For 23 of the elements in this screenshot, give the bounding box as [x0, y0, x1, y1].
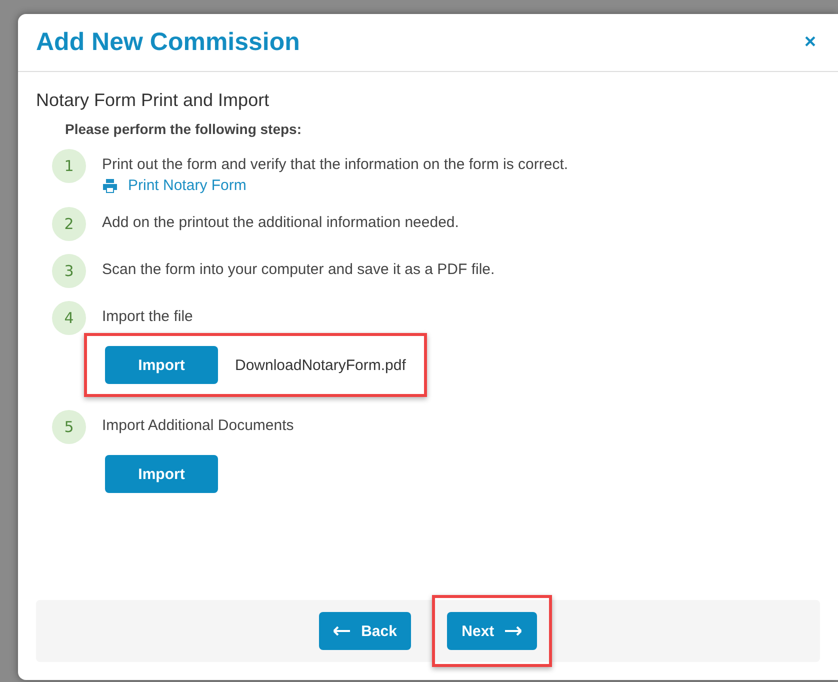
step-text: Print out the form and verify that the information on the form is correct.	[102, 156, 568, 173]
print-link[interactable]: Print Notary Form	[102, 177, 246, 194]
next-button[interactable]: Next	[446, 612, 537, 650]
printer-icon	[102, 178, 118, 192]
step-number: 3	[52, 254, 86, 288]
step-number: 1	[52, 149, 86, 183]
instructions: Please perform the following steps:	[65, 121, 302, 137]
step-text: Import the file	[102, 308, 193, 325]
step-text: Scan the form into your computer and save it as a PDF file.	[102, 261, 495, 278]
step-number: 2	[52, 207, 86, 241]
dialog-title: Add New Commission	[36, 28, 300, 57]
step-text: Add on the printout the additional information needed.	[102, 214, 459, 231]
step-text: Import Additional Documents	[102, 417, 294, 434]
step-number: 4	[52, 301, 86, 335]
left-arrow-icon	[333, 626, 352, 636]
close-button[interactable]: ×	[800, 31, 820, 54]
import-button[interactable]: Import	[105, 455, 218, 493]
right-arrow-icon	[504, 626, 522, 636]
section-heading: Notary Form Print and Import	[36, 90, 270, 111]
back-button[interactable]: Back	[319, 612, 411, 650]
import-button[interactable]: Import	[105, 346, 218, 384]
file-name: DownloadNotaryForm.pdf	[235, 356, 406, 374]
step-number: 5	[52, 410, 86, 444]
